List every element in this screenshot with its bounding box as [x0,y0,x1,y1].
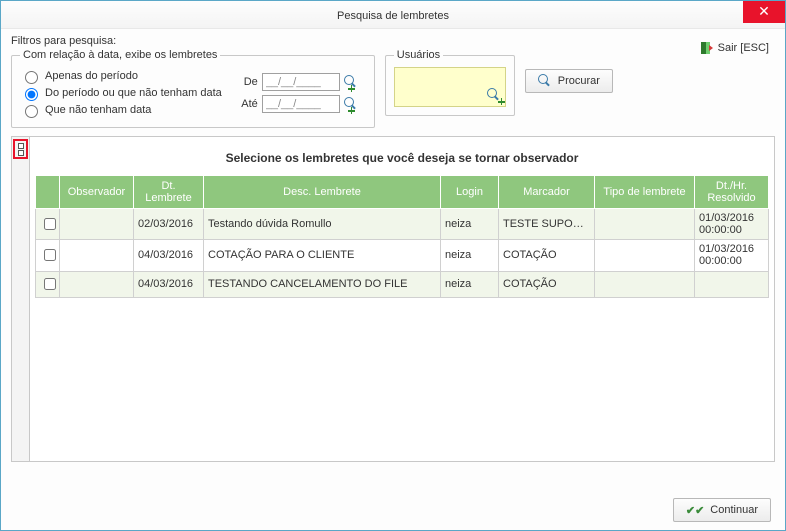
cell-marcador: COTAÇÃO [499,240,595,271]
select-all-icon-bottom [18,150,24,156]
table-row[interactable]: 02/03/2016Testando dúvida RomulloneizaTE… [36,209,769,240]
grid-main: Selecione os lembretes que você deseja s… [30,137,774,461]
titlebar: Pesquisa de lembretes ✕ [1,1,785,29]
users-lookup-icon[interactable] [487,88,501,102]
header-observador[interactable]: Observador [60,176,134,209]
date-from-lookup-icon[interactable] [344,75,366,89]
grid-title: Selecione os lembretes que você deseja s… [30,137,774,175]
table-header-row: Observador Dt. Lembrete Desc. Lembrete L… [36,176,769,209]
cell-dt-lembrete: 04/03/2016 [134,240,204,271]
table-row[interactable]: 04/03/2016TESTANDO CANCELAMENTO DO FILEn… [36,271,769,297]
radio-only-period[interactable]: Apenas do período [20,68,222,84]
cell-observador [60,271,134,297]
date-to-row: Até [236,95,366,113]
select-all-toggle[interactable] [13,139,28,159]
users-filter-legend: Usuários [394,49,443,61]
filters-row: Com relação à data, exibe os lembretes A… [11,49,775,128]
cell-tipo [595,240,695,271]
row-checkbox[interactable] [44,218,56,230]
radio-only-period-input[interactable] [25,71,38,84]
continue-button-label: Continuar [710,504,758,516]
header-desc[interactable]: Desc. Lembrete [204,176,441,209]
radio-no-date-label: Que não tenham data [45,104,151,116]
reminders-table: Observador Dt. Lembrete Desc. Lembrete L… [35,175,769,298]
date-radio-column: Apenas do período Do período ou que não … [20,67,222,119]
date-to-label: Até [236,98,258,110]
table-body: 02/03/2016Testando dúvida RomulloneizaTE… [36,209,769,297]
row-checkbox[interactable] [44,278,56,290]
search-icon [538,74,552,88]
cell-tipo [595,271,695,297]
date-from-label: De [236,76,258,88]
window-title: Pesquisa de lembretes [337,10,449,22]
cell-dthr: 01/03/2016 00:00:00 [695,240,769,271]
search-button-wrap: Procurar [525,69,613,93]
date-filter-group: Com relação à data, exibe os lembretes A… [11,49,375,128]
cell-marcador: TESTE SUPORTE [499,209,595,240]
header-marcador[interactable]: Marcador [499,176,595,209]
content: Filtros para pesquisa: Com relação à dat… [1,29,785,462]
header-dt-lembrete[interactable]: Dt. Lembrete [134,176,204,209]
cell-login: neiza [441,209,499,240]
close-button[interactable]: ✕ [743,1,785,23]
users-filter-group: Usuários [385,49,515,116]
header-dthr[interactable]: Dt./Hr. Resolvido [695,176,769,209]
grid-area: Selecione os lembretes que você deseja s… [11,136,775,462]
table-row[interactable]: 04/03/2016COTAÇÃO PARA O CLIENTEneizaCOT… [36,240,769,271]
radio-only-period-label: Apenas do período [45,70,138,82]
header-login[interactable]: Login [441,176,499,209]
radio-period-or-nodate[interactable]: Do período ou que não tenham data [20,85,222,101]
date-to-lookup-icon[interactable] [344,97,366,111]
cell-observador [60,209,134,240]
cell-dthr: 01/03/2016 00:00:00 [695,209,769,240]
header-tipo[interactable]: Tipo de lembrete [595,176,695,209]
window: Pesquisa de lembretes ✕ Sair [ESC] Filtr… [0,0,786,531]
header-checkbox [36,176,60,209]
date-from-input[interactable] [262,73,340,91]
continue-button[interactable]: ✔✔ Continuar [673,498,771,522]
cell-login: neiza [441,240,499,271]
cell-marcador: COTAÇÃO [499,271,595,297]
radio-period-or-nodate-label: Do período ou que não tenham data [45,87,222,99]
select-all-icon-top [18,143,24,149]
cell-desc: TESTANDO CANCELAMENTO DO FILE [204,271,441,297]
date-from-row: De [236,73,366,91]
cell-dt-lembrete: 02/03/2016 [134,209,204,240]
radio-no-date-input[interactable] [25,105,38,118]
search-button[interactable]: Procurar [525,69,613,93]
cell-tipo [595,209,695,240]
filters-label: Filtros para pesquisa: [11,35,775,47]
users-box[interactable] [394,67,506,107]
cell-dthr [695,271,769,297]
search-button-label: Procurar [558,75,600,87]
cell-desc: Testando dúvida Romullo [204,209,441,240]
date-filter-legend: Com relação à data, exibe os lembretes [20,49,220,61]
footer: ✔✔ Continuar [673,498,771,522]
cell-dt-lembrete: 04/03/2016 [134,271,204,297]
date-to-input[interactable] [262,95,340,113]
radio-period-or-nodate-input[interactable] [25,88,38,101]
grid-left-gutter [12,137,30,461]
row-checkbox[interactable] [44,249,56,261]
cell-observador [60,240,134,271]
radio-no-date[interactable]: Que não tenham data [20,102,222,118]
cell-desc: COTAÇÃO PARA O CLIENTE [204,240,441,271]
date-inputs: De Até [236,73,366,113]
checkmark-icon: ✔✔ [686,504,704,517]
cell-login: neiza [441,271,499,297]
